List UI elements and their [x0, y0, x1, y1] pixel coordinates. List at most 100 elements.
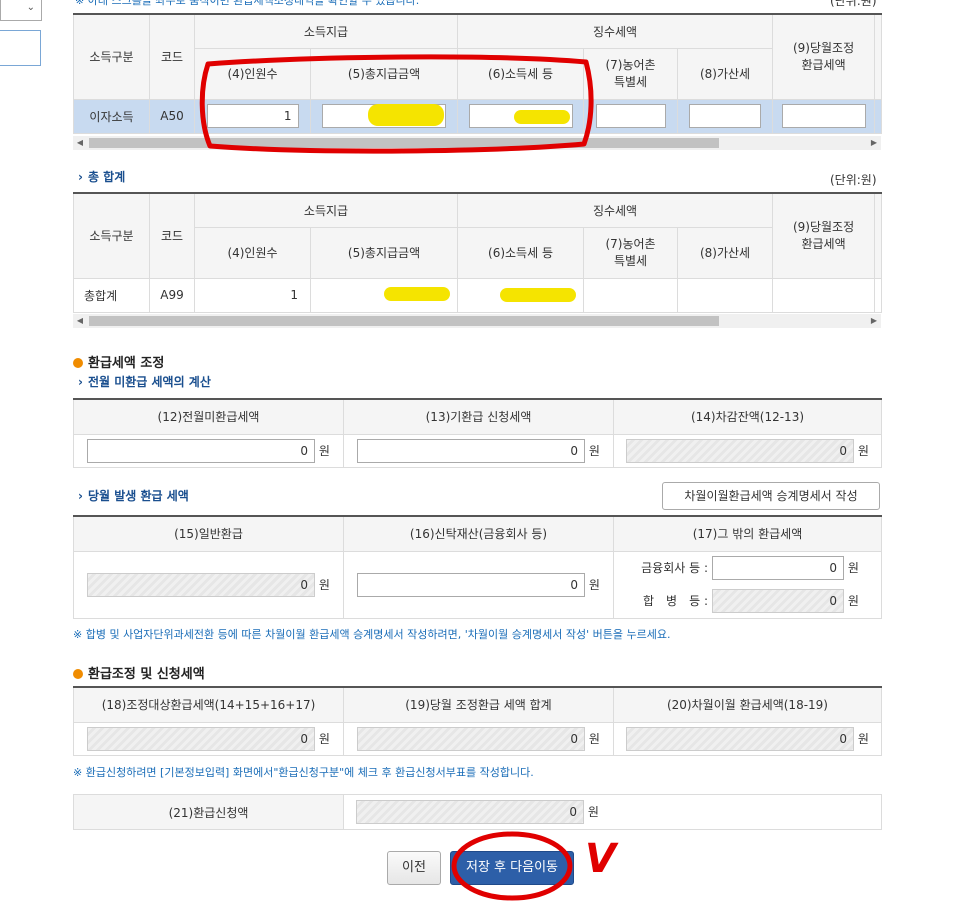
row-income-type: 이자소득: [73, 98, 150, 134]
prev-month-title: › 전월 미환급 세액의 계산: [78, 373, 211, 390]
prev-button[interactable]: 이전: [387, 851, 441, 885]
trust-property-input[interactable]: [357, 572, 586, 597]
col-monthly-refund: (9)당월조정 환급세액: [772, 192, 876, 279]
col20-header: (20)차월이월 환급세액(18-19): [613, 686, 882, 723]
chevron-down-icon: ⌄: [26, 2, 35, 13]
prev-month-table: (12)전월미환급세액 (13)기환급 신청세액 (14)차감잔액(12-13)…: [73, 398, 882, 468]
unit-label: (단위:원): [830, 0, 877, 8]
adjust-target-input: [87, 726, 316, 751]
scroll-left-icon[interactable]: ◀: [73, 314, 87, 328]
col-tax-collected: 징수세액: [457, 192, 774, 228]
total-row-code: A99: [149, 277, 195, 313]
prev-unrefunded-input[interactable]: [87, 438, 316, 463]
col-income-tax: (6)소득세 등: [457, 226, 585, 279]
merger-label: 합 병 등 :: [643, 593, 708, 608]
total-table: 소득구분 코드 소득지급 징수세액 (9)당월조정 환급세액 (4)인원수 (5…: [73, 192, 883, 313]
col-code: 코드: [149, 192, 195, 279]
col-tax-collected: 징수세액: [457, 13, 774, 49]
scroll-note: ※ 아래 스크롤을 좌우로 움직이면 환급세액조정내역을 확인할 수 있습니다.: [75, 0, 420, 7]
succession-note: ※ 합병 및 사업자단위과세전환 등에 따른 차월이월 환급세액 승계명세서 작…: [73, 628, 671, 641]
won-label: 원: [588, 577, 600, 592]
col-income-payment: 소득지급: [193, 192, 459, 228]
col19-header: (19)당월 조정환급 세액 합계: [343, 686, 614, 723]
carryover-input: [626, 726, 855, 751]
this-month-title: › 당월 발생 환급 세액: [78, 487, 189, 504]
col-add-tax: (8)가산세: [677, 47, 774, 100]
table-row: 총합계 A99 1: [73, 277, 883, 313]
total-unit-label: (단위:원): [830, 173, 877, 187]
bullet-icon: [73, 358, 83, 368]
total-section-title: › 총 합계: [78, 168, 125, 185]
add-tax-input[interactable]: [689, 104, 762, 128]
scroll-right-icon[interactable]: ▶: [867, 314, 881, 328]
col-total-pay: (5)총지급금액: [309, 226, 459, 279]
top-select[interactable]: ⌄: [0, 0, 42, 21]
won-label: 원: [587, 805, 599, 819]
row-code: A50: [149, 98, 195, 134]
rural-tax-input[interactable]: [595, 104, 666, 128]
financial-input[interactable]: [712, 555, 844, 580]
col-income-payment: 소득지급: [193, 13, 459, 49]
merger-input: [712, 588, 844, 613]
col-rural-tax: (7)농어촌 특별세: [583, 226, 679, 279]
this-month-text: 당월 발생 환급 세액: [87, 489, 189, 503]
horizontal-scrollbar[interactable]: ◀ ▶: [73, 314, 881, 328]
refund-adjust-text: 환급세액 조정: [88, 356, 165, 371]
top-input[interactable]: [0, 30, 41, 66]
total-title-text: 총 합계: [87, 170, 126, 184]
col-people: (4)인원수: [194, 226, 311, 279]
refund-request-title: 환급조정 및 신청세액: [73, 663, 205, 682]
col15-header: (15)일반환급: [73, 515, 344, 552]
col16-header: (16)신탁재산(금융회사 등): [343, 515, 614, 552]
won-label: 원: [847, 560, 859, 575]
col-income-type: 소득구분: [73, 192, 150, 279]
col14-header: (14)차감잔액(12-13): [613, 398, 882, 435]
chevron-right-icon: ›: [78, 489, 83, 503]
scroll-thumb[interactable]: [89, 316, 719, 326]
won-label: 원: [857, 443, 869, 458]
won-label: 원: [318, 443, 330, 458]
month-adjust-total-input: [357, 726, 586, 751]
col18-header: (18)조정대상환급세액(14+15+16+17): [73, 686, 344, 723]
col-income-type: 소득구분: [73, 13, 150, 100]
won-label: 원: [857, 731, 869, 746]
redaction-mark: [384, 287, 450, 301]
chevron-right-icon: ›: [78, 375, 83, 389]
red-circle-annotation: [451, 831, 573, 901]
won-label: 원: [847, 593, 859, 608]
col21-header: (21)환급신청액: [73, 794, 344, 830]
balance-input: [626, 438, 855, 463]
bullet-icon: [73, 669, 83, 679]
succession-statement-button[interactable]: 차월이월환급세액 승계명세서 작성: [662, 482, 880, 510]
won-label: 원: [588, 731, 600, 746]
scroll-right-icon[interactable]: ▶: [867, 136, 881, 150]
refund-request-text: 환급조정 및 신청세액: [88, 667, 205, 682]
col-code: 코드: [149, 13, 195, 100]
won-label: 원: [588, 443, 600, 458]
redaction-mark: [500, 288, 576, 302]
already-refunded-input[interactable]: [357, 438, 586, 463]
refund-adjust-title: 환급세액 조정: [73, 352, 164, 371]
general-refund-input: [87, 572, 316, 597]
chevron-right-icon: ›: [78, 170, 83, 184]
refund-amount-table: (21)환급신청액 원: [73, 794, 882, 830]
refund-request-note: ※ 환급신청하려면 [기본정보입력] 화면에서"환급신청구분"에 체크 후 환급…: [73, 766, 534, 779]
check-mark-annotation: V: [585, 836, 616, 882]
monthly-refund-input[interactable]: [781, 104, 866, 128]
col12-header: (12)전월미환급세액: [73, 398, 344, 435]
total-row-people: 1: [194, 277, 311, 313]
col-add-tax: (8)가산세: [677, 226, 774, 279]
col13-header: (13)기환급 신청세액: [343, 398, 614, 435]
prev-month-text: 전월 미환급 세액의 계산: [87, 375, 211, 389]
refund-amount-input: [356, 800, 584, 824]
total-row-type: 총합계: [73, 277, 150, 313]
col17-header: (17)그 밖의 환급세액: [613, 515, 882, 552]
col-monthly-refund: (9)당월조정 환급세액: [772, 13, 876, 100]
scroll-left-icon[interactable]: ◀: [73, 136, 87, 150]
financial-label: 금융회사 등 :: [641, 560, 708, 575]
refund-request-table: (18)조정대상환급세액(14+15+16+17) (19)당월 조정환급 세액…: [73, 686, 882, 756]
this-month-table: (15)일반환급 (16)신탁재산(금융회사 등) (17)그 밖의 환급세액 …: [73, 515, 882, 619]
won-label: 원: [318, 577, 330, 592]
red-circle-annotation: [199, 54, 594, 154]
won-label: 원: [318, 731, 330, 746]
